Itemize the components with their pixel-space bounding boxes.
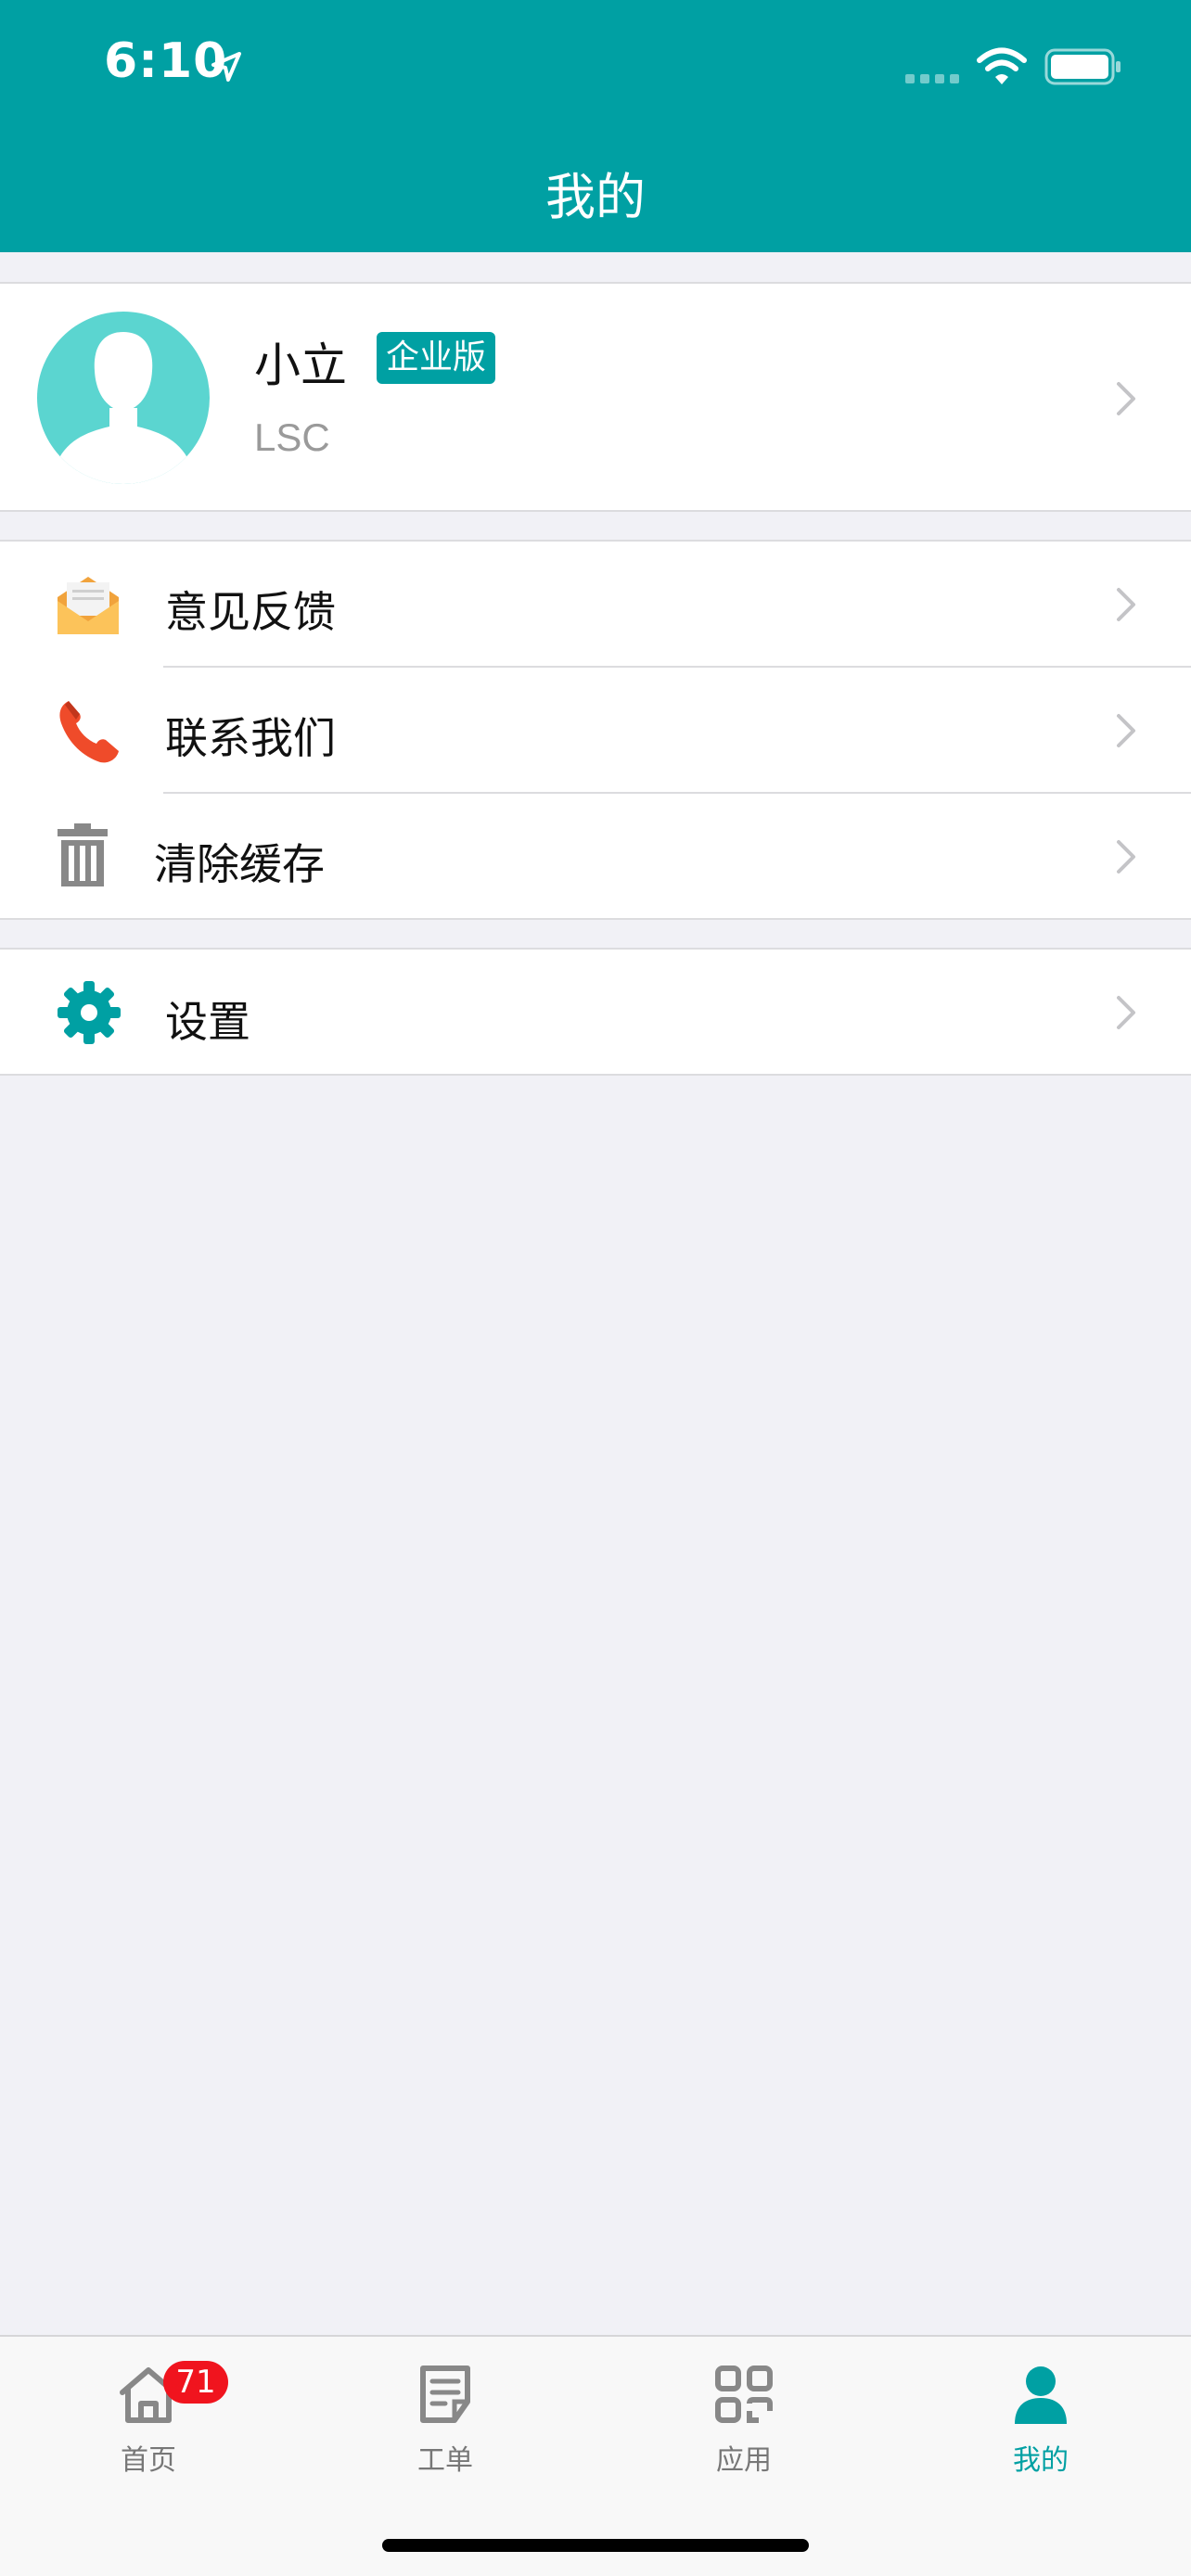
tab-work-order[interactable]: 工单 <box>352 2365 538 2504</box>
phone-icon <box>59 701 119 763</box>
settings-card: 设置 <box>0 948 1191 1076</box>
location-arrow-icon <box>211 52 241 82</box>
header-bar: 6:10 我的 <box>0 0 1191 252</box>
chevron-right-icon <box>1117 840 1135 874</box>
profile-page: 6:10 我的 小立 企业版 LSC 意见反馈 联系我们 清除缓存 设置 首页 … <box>0 0 1191 2576</box>
tab-label-work-order: 工单 <box>417 2444 473 2477</box>
menu-label-feedback: 意见反馈 <box>165 587 336 637</box>
apps-grid-icon <box>715 2366 773 2423</box>
avatar[interactable] <box>37 312 210 484</box>
menu-item-settings[interactable]: 设置 <box>0 950 1191 1076</box>
chevron-right-icon <box>1117 996 1135 1029</box>
feedback-envelope-icon <box>58 577 119 634</box>
page-title: 我的 <box>545 168 646 226</box>
menu-label-contact: 联系我们 <box>165 713 336 763</box>
chevron-right-icon <box>1117 588 1135 621</box>
menu-label-clear-cache: 清除缓存 <box>154 839 325 889</box>
cellular-signal-icon <box>905 74 959 83</box>
menu-card: 意见反馈 联系我们 清除缓存 <box>0 540 1191 920</box>
profile-card[interactable]: 小立 企业版 LSC <box>0 282 1191 512</box>
menu-item-clear-cache[interactable]: 清除缓存 <box>0 794 1191 920</box>
tab-label-apps: 应用 <box>716 2444 772 2477</box>
gear-icon <box>58 981 121 1044</box>
chevron-right-icon <box>1117 714 1135 747</box>
tab-label-home: 首页 <box>121 2444 176 2477</box>
menu-item-feedback[interactable]: 意见反馈 <box>0 542 1191 668</box>
chevron-right-icon <box>1117 382 1135 415</box>
home-indicator[interactable] <box>382 2539 809 2552</box>
edition-badge: 企业版 <box>377 332 496 384</box>
notification-badge: 71 <box>163 2361 228 2404</box>
default-avatar-icon <box>56 332 191 484</box>
user-name: 小立 <box>254 338 347 392</box>
work-order-icon <box>420 2366 470 2423</box>
person-icon <box>1015 2366 1067 2424</box>
tab-label-mine: 我的 <box>1013 2444 1069 2477</box>
tab-apps[interactable]: 应用 <box>651 2365 837 2504</box>
tab-home[interactable]: 首页 71 <box>56 2361 241 2504</box>
battery-icon <box>1044 48 1121 85</box>
wifi-icon <box>977 47 1027 84</box>
menu-label-settings: 设置 <box>165 997 250 1047</box>
trash-icon <box>58 823 108 886</box>
menu-item-contact[interactable]: 联系我们 <box>0 668 1191 794</box>
user-org: LSC <box>254 415 330 459</box>
tab-mine[interactable]: 我的 <box>948 2365 1133 2504</box>
